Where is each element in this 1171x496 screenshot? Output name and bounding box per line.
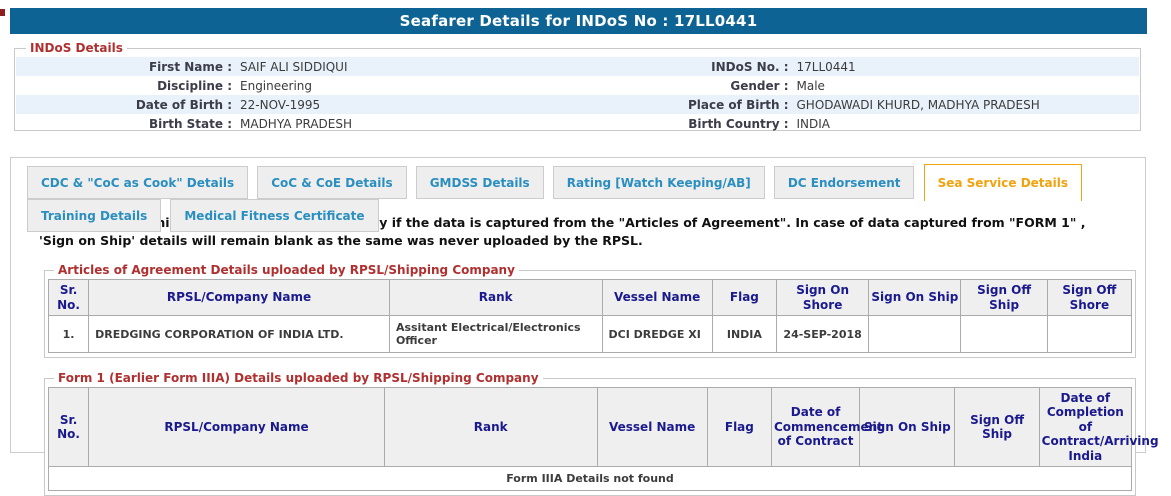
tab-sea-service-details[interactable]: Sea Service Details: [924, 164, 1082, 201]
cell-company: DREDGING CORPORATION OF INDIA LTD.: [89, 316, 390, 353]
aoa-section-legend: Articles of Agreement Details uploaded b…: [54, 263, 519, 277]
aoa-col-rank: Rank: [389, 280, 602, 316]
first-name-label: First Name :: [16, 57, 236, 76]
date-of-birth-label: Date of Birth :: [16, 95, 236, 114]
tab-coc-coe-details[interactable]: CoC & CoE Details: [257, 166, 406, 199]
birth-country-value: INDIA: [793, 114, 1140, 133]
form1-header-row: Sr. No. RPSL/Company Name Rank Vessel Na…: [49, 388, 1132, 467]
place-of-birth-label: Place of Birth :: [583, 95, 793, 114]
form1-col-company: RPSL/Company Name: [89, 388, 385, 467]
page: Seafarer Details for INDoS No : 17LL0441…: [0, 0, 1171, 460]
aoa-col-sign-off-shore: Sign Off Shore: [1047, 280, 1131, 316]
aoa-col-sign-on-ship: Sign On Ship: [869, 280, 961, 316]
tab-rating-watch-keeping-ab[interactable]: Rating [Watch Keeping/AB]: [553, 166, 765, 199]
aoa-col-company: RPSL/Company Name: [89, 280, 390, 316]
aoa-data-row: 1. DREDGING CORPORATION OF INDIA LTD. As…: [49, 316, 1132, 353]
discipline-value: Engineering: [236, 76, 583, 95]
form1-col-rank: Rank: [384, 388, 597, 467]
aoa-section: Articles of Agreement Details uploaded b…: [44, 263, 1136, 358]
form1-col-sign-on-ship: Sign On Ship: [860, 388, 955, 467]
form1-empty-row: Form IIIA Details not found: [49, 466, 1132, 490]
tab-cdc-coc-as-cook-details[interactable]: CDC & "CoC as Cook" Details: [27, 166, 248, 199]
aoa-col-vessel: Vessel Name: [602, 280, 712, 316]
cell-vessel: DCI DREDGE XI: [602, 316, 712, 353]
form1-section-legend: Form 1 (Earlier Form IIIA) Details uploa…: [54, 371, 543, 385]
aoa-col-flag: Flag: [712, 280, 776, 316]
form1-col-sign-off-ship: Sign Off Ship: [955, 388, 1039, 467]
form1-col-date-commencement: Date of Commencement of Contract: [771, 388, 859, 467]
cell-sign-off-ship: [961, 316, 1047, 353]
discipline-label: Discipline :: [16, 76, 236, 95]
cell-flag: INDIA: [712, 316, 776, 353]
place-of-birth-value: GHODAWADI KHURD, MADHYA PRADESH: [793, 95, 1140, 114]
cell-sign-on-shore: 24-SEP-2018: [776, 316, 868, 353]
form1-section: Form 1 (Earlier Form IIIA) Details uploa…: [44, 371, 1136, 496]
gender-label: Gender :: [583, 76, 793, 95]
page-title: Seafarer Details for INDoS No : 17LL0441: [10, 8, 1147, 34]
gender-value: Male: [793, 76, 1140, 95]
cell-sign-on-ship: [869, 316, 961, 353]
indos-no-value: 17LL0441: [793, 57, 1140, 76]
first-name-value: SAIF ALI SIDDIQUI: [236, 57, 583, 76]
form1-col-sr-no: Sr. No.: [49, 388, 89, 467]
page-corner-artifact: [0, 9, 5, 16]
indos-details-table: First Name : SAIF ALI SIDDIQUI INDoS No.…: [16, 57, 1139, 133]
aoa-col-sr-no: Sr. No.: [49, 280, 89, 316]
form1-col-date-completion: Date of Completion of Contract/Arriving …: [1039, 388, 1131, 467]
birth-state-label: Birth State :: [16, 114, 236, 133]
indos-row-1: First Name : SAIF ALI SIDDIQUI INDoS No.…: [16, 57, 1139, 76]
tab-training-details[interactable]: Training Details: [27, 199, 161, 232]
tab-dc-endorsement[interactable]: DC Endorsement: [774, 166, 915, 199]
cell-rank: Assitant Electrical/Electronics Officer: [389, 316, 602, 353]
form1-col-flag: Flag: [707, 388, 771, 467]
indos-row-3: Date of Birth : 22-NOV-1995 Place of Bir…: [16, 95, 1139, 114]
aoa-col-sign-off-ship: Sign Off Ship: [961, 280, 1047, 316]
aoa-col-sign-on-shore: Sign On Shore: [776, 280, 868, 316]
form1-table: Sr. No. RPSL/Company Name Rank Vessel Na…: [48, 387, 1132, 491]
cell-sr-no: 1.: [49, 316, 89, 353]
indos-row-2: Discipline : Engineering Gender : Male: [16, 76, 1139, 95]
birth-country-label: Birth Country :: [583, 114, 793, 133]
indos-no-label: INDoS No. :: [583, 57, 793, 76]
cell-sign-off-shore: [1047, 316, 1131, 353]
birth-state-value: MADHYA PRADESH: [236, 114, 583, 133]
date-of-birth-value: 22-NOV-1995: [236, 95, 583, 114]
details-panel: CDC & "CoC as Cook" Details CoC & CoE De…: [10, 157, 1146, 453]
aoa-table: Sr. No. RPSL/Company Name Rank Vessel Na…: [48, 279, 1132, 353]
indos-details-legend: INDoS Details: [26, 41, 127, 55]
indos-details-section: INDoS Details First Name : SAIF ALI SIDD…: [14, 41, 1141, 131]
form1-col-vessel: Vessel Name: [597, 388, 707, 467]
tab-bar: CDC & "CoC as Cook" Details CoC & CoE De…: [11, 158, 1145, 194]
tab-medical-fitness-certificate[interactable]: Medical Fitness Certificate: [170, 199, 378, 232]
indos-row-4: Birth State : MADHYA PRADESH Birth Count…: [16, 114, 1139, 133]
aoa-header-row: Sr. No. RPSL/Company Name Rank Vessel Na…: [49, 280, 1132, 316]
tab-gmdss-details[interactable]: GMDSS Details: [416, 166, 544, 199]
form1-empty-message: Form IIIA Details not found: [49, 466, 1132, 490]
